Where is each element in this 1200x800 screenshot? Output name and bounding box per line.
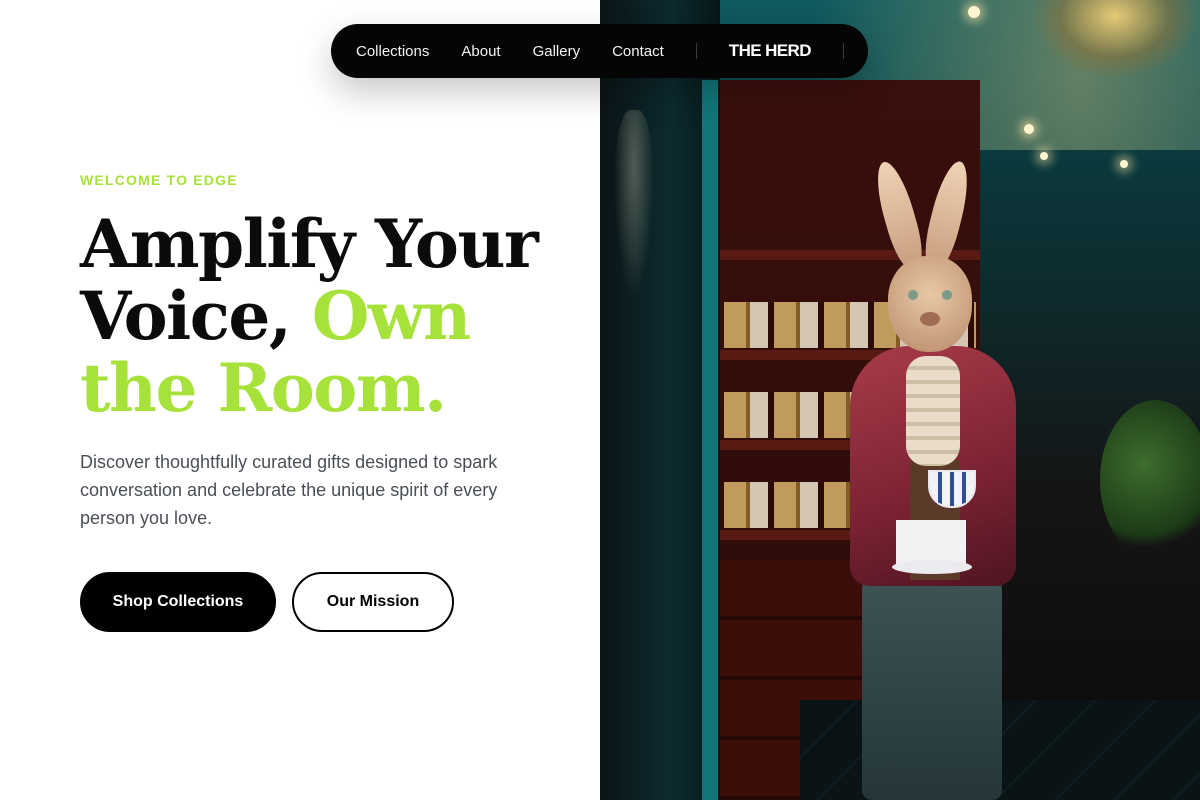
nav-link-gallery[interactable]: Gallery bbox=[533, 43, 581, 60]
door-decoration bbox=[614, 110, 654, 300]
ceiling-light bbox=[1024, 124, 1034, 134]
rabbit-ear bbox=[869, 157, 929, 273]
shop-collections-button[interactable]: Shop Collections bbox=[80, 572, 276, 632]
chandelier bbox=[1030, 0, 1200, 80]
nav-divider-left bbox=[695, 43, 697, 59]
nav-link-contact[interactable]: Contact bbox=[612, 43, 664, 60]
page: Collections About Gallery Contact THE HE… bbox=[0, 0, 1200, 800]
rabbit-eye bbox=[908, 290, 918, 300]
top-navigation: Collections About Gallery Contact THE HE… bbox=[331, 24, 868, 78]
hero-headline: Amplify Your Voice, Own the Room. bbox=[80, 208, 600, 424]
door-trim bbox=[702, 80, 718, 800]
rabbit-snout bbox=[920, 312, 940, 326]
ceiling-light bbox=[1040, 152, 1048, 160]
shop-plant bbox=[1100, 400, 1200, 560]
brand-logo[interactable]: THE HERD bbox=[729, 41, 812, 61]
ceiling-light bbox=[968, 6, 980, 18]
our-mission-button[interactable]: Our Mission bbox=[292, 572, 454, 632]
ceiling-light bbox=[1120, 160, 1128, 168]
saucer bbox=[892, 560, 972, 574]
nav-divider-right bbox=[842, 43, 844, 59]
rabbit-legs bbox=[862, 570, 1002, 800]
nav-links: Collections About Gallery Contact bbox=[356, 43, 664, 60]
rabbit-ear bbox=[919, 158, 975, 272]
nav-link-about[interactable]: About bbox=[461, 43, 500, 60]
rabbit-eye bbox=[942, 290, 952, 300]
rabbit-head bbox=[888, 256, 972, 352]
hero-image bbox=[600, 0, 1200, 800]
hero-content: WELCOME TO EDGE Amplify Your Voice, Own … bbox=[0, 0, 600, 800]
rabbit-cravat bbox=[906, 356, 960, 466]
hero-eyebrow: WELCOME TO EDGE bbox=[80, 172, 238, 188]
hero-description: Discover thoughtfully curated gifts desi… bbox=[80, 452, 498, 528]
rabbit-figure bbox=[822, 157, 1042, 800]
nav-link-collections[interactable]: Collections bbox=[356, 43, 429, 60]
